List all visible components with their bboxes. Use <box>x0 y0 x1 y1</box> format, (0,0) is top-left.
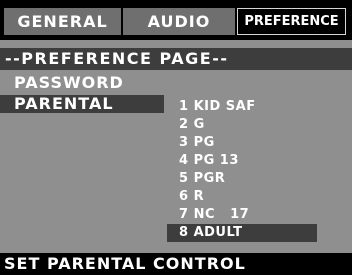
tab-general[interactable]: GENERAL <box>4 8 121 35</box>
parental-option-adult[interactable]: 8 ADULT <box>167 224 317 242</box>
parental-option-pg13[interactable]: 4 PG 13 <box>177 152 239 170</box>
page-title: --PREFERENCE PAGE-- <box>0 48 352 70</box>
status-bar: SET PARENTAL CONTROL <box>0 253 352 273</box>
parental-option-kid-safe[interactable]: 1 KID SAF <box>177 98 256 116</box>
setup-menu-screen: GENERAL AUDIO PREFERENCE --PREFERENCE PA… <box>0 0 352 273</box>
preference-panel: --PREFERENCE PAGE-- PASSWORD PARENTAL 1 … <box>0 40 352 253</box>
parental-option-pg[interactable]: 3 PG <box>177 134 215 152</box>
tab-bar: GENERAL AUDIO PREFERENCE <box>4 8 348 35</box>
parental-option-nc17[interactable]: 7 NC 17 <box>177 206 249 224</box>
parental-option-r[interactable]: 6 R <box>177 188 204 206</box>
tab-audio[interactable]: AUDIO <box>123 8 235 35</box>
tab-preference[interactable]: PREFERENCE <box>237 8 346 35</box>
parental-option-pgr[interactable]: 5 PGR <box>177 170 225 188</box>
parental-option-g[interactable]: 2 G <box>177 116 205 134</box>
menu-item-password[interactable]: PASSWORD <box>0 74 170 92</box>
menu-item-parental[interactable]: PARENTAL <box>0 95 164 113</box>
